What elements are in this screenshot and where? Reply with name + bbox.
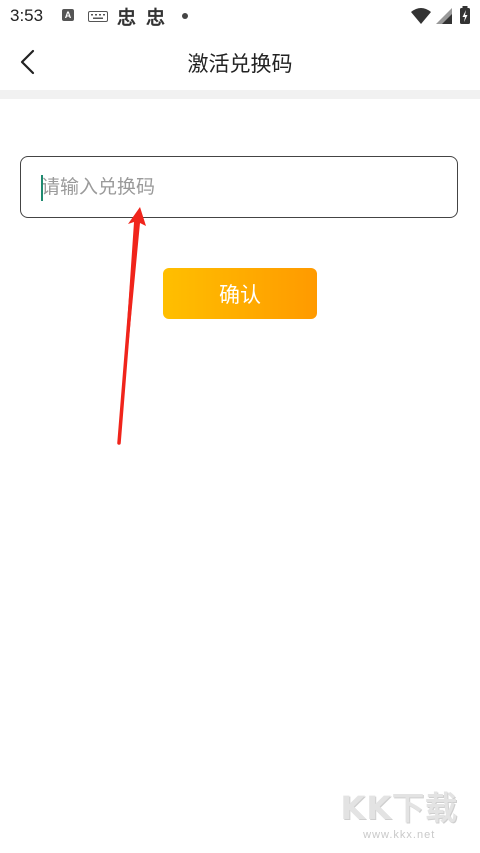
app-icon: 忠 [117,7,137,29]
header-divider [0,90,480,99]
a-badge-icon: A [62,9,74,21]
confirm-button[interactable]: 确认 [163,268,317,319]
watermark-url: www.kkx.net [363,829,436,841]
redeem-code-input[interactable] [20,156,458,218]
page-title: 激活兑换码 [187,52,293,76]
watermark-logo: KK下载 [340,789,458,827]
app-header: 激活兑换码 [0,34,480,90]
text-caret [41,175,43,201]
wifi-icon [411,8,431,24]
status-bar: 3:53 A 忠 忠 [0,0,480,34]
battery-icon [460,6,470,24]
dot-icon [182,13,188,19]
keyboard-icon [88,11,108,22]
app-icon: 忠 [146,7,166,29]
signal-icon [436,8,452,24]
annotation-arrow-icon [117,207,146,445]
watermark: KK下载 www.kkx.net [340,783,458,841]
status-time: 3:53 [10,6,44,25]
